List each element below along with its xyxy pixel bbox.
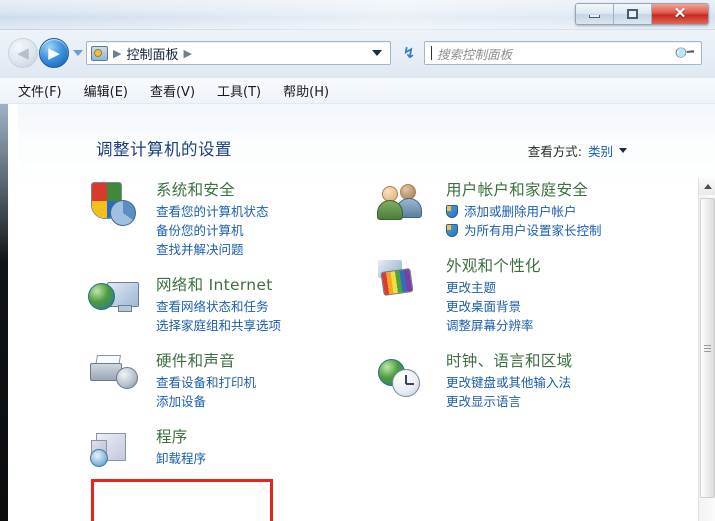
link-change-theme[interactable]: 更改主题 (446, 278, 668, 297)
search-icon[interactable]: 🔍 (673, 41, 696, 65)
shield-chart-icon (88, 182, 146, 234)
title-bar: ✕ (0, 0, 715, 30)
control-panel-window: ✕ ◀ ▶ ▶ 控制面板 ▶ ↯ 搜索控制面板 🔍 文件(F) 编辑(E) 查看… (0, 0, 715, 521)
control-panel-icon (91, 45, 108, 61)
back-button[interactable]: ◀ (8, 38, 38, 68)
window-left-edge (0, 104, 8, 521)
link-view-network-status[interactable]: 查看网络状态和任务 (156, 297, 378, 316)
link-add-device[interactable]: 添加设备 (156, 392, 378, 411)
forward-button[interactable]: ▶ (39, 38, 69, 68)
menu-bar: 文件(F) 编辑(E) 查看(V) 工具(T) 帮助(H) (0, 78, 715, 104)
content-pane: 调整计算机的设置 查看方式: 类别 系统和安全 查看您的计算机状态 备份您的计算… (18, 104, 715, 521)
link-adjust-screen-resolution[interactable]: 调整屏幕分辨率 (446, 316, 668, 335)
maximize-icon (627, 9, 638, 19)
printer-speaker-icon (88, 353, 146, 405)
appearance-palette-icon (378, 258, 436, 310)
breadcrumb-control-panel[interactable]: 控制面板 (126, 44, 178, 63)
menu-item-edit[interactable]: 编辑(E) (84, 81, 128, 100)
clock-globe-icon (378, 353, 436, 405)
uac-shield-icon (446, 224, 458, 237)
category-title[interactable]: 时钟、语言和区域 (446, 351, 668, 371)
scrollbar-grip (704, 343, 711, 354)
address-bar-row: ◀ ▶ ▶ 控制面板 ▶ ↯ 搜索控制面板 🔍 (0, 30, 715, 78)
category-links: 查看网络状态和任务 选择家庭组和共享选项 (156, 297, 378, 335)
category-links: 查看您的计算机状态 备份您的计算机 查找并解决问题 (156, 202, 378, 259)
refresh-button[interactable]: ↯ (398, 42, 420, 64)
window-controls: ✕ (575, 3, 709, 25)
category-title[interactable]: 程序 (156, 427, 378, 447)
uac-shield-icon (446, 205, 458, 218)
category-title[interactable]: 网络和 Internet (156, 275, 378, 295)
category-programs: 程序 卸载程序 (88, 427, 378, 468)
text-caret (431, 46, 432, 60)
link-view-computer-status[interactable]: 查看您的计算机状态 (156, 202, 378, 221)
category-title[interactable]: 硬件和声音 (156, 351, 378, 371)
users-icon (377, 182, 436, 234)
link-label: 为所有用户设置家长控制 (464, 223, 602, 238)
category-clock-language-and-region: 时钟、语言和区域 更改键盘或其他输入法 更改显示语言 (378, 351, 668, 411)
scrollbar-thumb[interactable] (700, 198, 715, 498)
category-appearance-and-personalization: 外观和个性化 更改主题 更改桌面背景 调整屏幕分辨率 (378, 256, 668, 335)
view-by-selector[interactable]: 查看方式: 类别 (528, 141, 627, 160)
minimize-icon (589, 15, 600, 18)
menu-item-tools[interactable]: 工具(T) (217, 81, 261, 100)
link-uninstall-program[interactable]: 卸载程序 (156, 449, 378, 468)
menu-item-help[interactable]: 帮助(H) (283, 81, 329, 100)
link-find-and-fix-problems[interactable]: 查找并解决问题 (156, 240, 378, 259)
category-column-right: 用户帐户和家庭安全 添加或删除用户帐户 为所有用户设置家长控制 外观和个性化 更… (377, 180, 668, 427)
link-label: 添加或删除用户帐户 (464, 204, 577, 219)
maximize-button[interactable] (614, 4, 652, 24)
link-change-desktop-background[interactable]: 更改桌面背景 (446, 297, 668, 316)
search-placeholder: 搜索控制面板 (437, 46, 513, 62)
history-dropdown-icon[interactable] (73, 50, 83, 56)
back-arrow-icon: ◀ (17, 43, 29, 62)
category-title[interactable]: 系统和安全 (156, 180, 378, 200)
scroll-up-button[interactable] (699, 178, 715, 195)
breadcrumb-separator-1: ▶ (113, 46, 122, 60)
category-links: 卸载程序 (156, 449, 378, 468)
view-by-label: 查看方式: (527, 144, 582, 159)
category-links: 更改键盘或其他输入法 更改显示语言 (446, 373, 668, 411)
menu-item-file[interactable]: 文件(F) (18, 81, 62, 100)
vertical-scrollbar[interactable] (698, 178, 715, 521)
page-title: 调整计算机的设置 (96, 140, 232, 159)
category-links: 添加或删除用户帐户 为所有用户设置家长控制 (446, 202, 668, 240)
link-choose-homegroup-sharing[interactable]: 选择家庭组和共享选项 (156, 316, 378, 335)
navigation-buttons: ◀ ▶ (8, 38, 83, 68)
menu-item-view[interactable]: 查看(V) (150, 81, 195, 100)
scroll-up-icon (703, 184, 712, 189)
category-system-and-security: 系统和安全 查看您的计算机状态 备份您的计算机 查找并解决问题 (88, 180, 378, 259)
network-globe-icon (88, 277, 146, 329)
forward-arrow-icon: ▶ (48, 43, 60, 62)
category-links: 更改主题 更改桌面背景 调整屏幕分辨率 (446, 278, 668, 335)
refresh-icon: ↯ (402, 44, 416, 62)
link-view-devices-and-printers[interactable]: 查看设备和打印机 (156, 373, 378, 392)
category-column-left: 系统和安全 查看您的计算机状态 备份您的计算机 查找并解决问题 网络和 Inte… (88, 180, 378, 484)
category-title[interactable]: 外观和个性化 (446, 256, 668, 276)
link-add-remove-user-accounts[interactable]: 添加或删除用户帐户 (446, 202, 668, 221)
address-input[interactable]: ▶ 控制面板 ▶ (86, 41, 391, 65)
category-network-and-internet: 网络和 Internet 查看网络状态和任务 选择家庭组和共享选项 (88, 275, 378, 335)
link-backup-computer[interactable]: 备份您的计算机 (156, 221, 378, 240)
search-box[interactable]: 搜索控制面板 🔍 (424, 41, 702, 65)
view-by-value[interactable]: 类别 (588, 141, 613, 160)
category-user-accounts-and-family-safety: 用户帐户和家庭安全 添加或删除用户帐户 为所有用户设置家长控制 (377, 180, 668, 240)
programs-box-icon (88, 429, 146, 481)
close-button[interactable]: ✕ (652, 4, 708, 24)
chevron-down-icon[interactable] (619, 148, 627, 153)
category-hardware-and-sound: 硬件和声音 查看设备和打印机 添加设备 (88, 351, 378, 411)
category-title[interactable]: 用户帐户和家庭安全 (446, 180, 668, 200)
close-icon: ✕ (673, 5, 687, 22)
category-links: 查看设备和打印机 添加设备 (156, 373, 378, 411)
link-change-display-language[interactable]: 更改显示语言 (446, 392, 668, 411)
link-change-keyboard-or-input-method[interactable]: 更改键盘或其他输入法 (446, 373, 668, 392)
breadcrumb-separator-2[interactable]: ▶ (183, 47, 191, 60)
link-setup-parental-controls[interactable]: 为所有用户设置家长控制 (446, 221, 668, 240)
address-dropdown-icon[interactable] (372, 50, 382, 56)
minimize-button[interactable] (576, 4, 614, 24)
